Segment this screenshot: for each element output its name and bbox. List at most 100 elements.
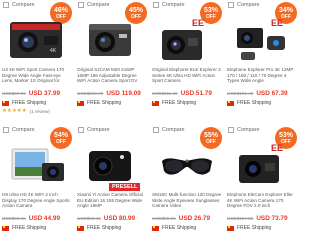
compare-label: Compare — [237, 127, 260, 133]
sale-price: USD 26.79 — [178, 215, 211, 222]
shipping-label: FREE Shipping — [162, 100, 197, 106]
compare-label: Compare — [12, 127, 35, 133]
product-title[interactable]: SM16C Multi-function 120 Degree Wide Ang… — [152, 192, 222, 214]
old-price: USD$216.99 — [77, 91, 104, 96]
discount-percent: 34% — [278, 6, 293, 14]
product-image[interactable]: EE — [231, 14, 293, 64]
sale-price: USD 119.09 — [106, 90, 141, 97]
shipping-info: FREE Shipping — [77, 100, 121, 106]
price-row: USD$99.48 USD 44.99 — [2, 215, 73, 222]
product-card[interactable]: Compare 53% OFF EE Original Elephone ELE… — [150, 0, 223, 122]
product-image[interactable] — [81, 139, 143, 189]
compare-checkbox[interactable] — [3, 2, 9, 8]
compare-checkbox[interactable] — [228, 127, 234, 133]
product-image[interactable]: EE — [156, 14, 218, 64]
price-row: USD$96.41 USD 80.99 — [77, 215, 148, 222]
shipping-info: FREE Shipping — [152, 225, 196, 231]
product-title[interactable]: Elephone EleCam Explorer Elite 4K WiFi A… — [227, 192, 297, 214]
compare-checkbox[interactable] — [3, 127, 9, 133]
price-row: USD$216.99 USD 119.09 — [77, 90, 148, 97]
shipping-label: FREE Shipping — [12, 225, 47, 231]
product-card[interactable]: Compare PRESELL Xiaomi Yi Action Camera … — [75, 125, 148, 247]
compare-label: Compare — [162, 2, 185, 8]
review-count[interactable]: (1 review) — [30, 109, 50, 114]
compare-toggle[interactable]: Compare — [228, 2, 260, 8]
star-icons: ★★★★★ — [2, 108, 27, 114]
china-flag-icon — [2, 225, 9, 231]
product-title[interactable]: Elephone Explorer Pro 4K 12MP 170 / 160 … — [227, 67, 297, 89]
product-card[interactable]: Compare 45% OFF Original SJCAM M20 2160P… — [75, 0, 148, 122]
shipping-label: FREE Shipping — [12, 100, 47, 106]
discount-percent: 55% — [203, 131, 218, 139]
compare-checkbox[interactable] — [228, 2, 234, 8]
sale-price: USD 67.39 — [256, 90, 288, 97]
product-title[interactable]: Original SJCAM M20 2160P 16MP 166 Adjust… — [77, 67, 147, 89]
compare-label: Compare — [12, 2, 35, 8]
discount-percent: 46% — [53, 6, 68, 14]
discount-percent: 53% — [278, 131, 293, 139]
svg-text:EE: EE — [271, 18, 283, 28]
price-row: USD$111.49 USD 51.79 — [152, 90, 223, 97]
old-price: USD$157.31 — [227, 216, 254, 221]
product-image[interactable] — [156, 139, 218, 189]
compare-checkbox[interactable] — [153, 2, 159, 8]
shipping-info: FREE Shipping — [227, 100, 271, 106]
product-card[interactable]: Compare 54% OFF H9 Ultra HD 4K WiFi 2 in… — [0, 125, 73, 247]
product-image[interactable] — [81, 14, 143, 64]
product-image[interactable] — [6, 139, 68, 189]
product-card[interactable]: Compare 53% OFF EE Elephone EleCam Explo… — [225, 125, 298, 247]
sale-price: USD 73.79 — [256, 215, 288, 222]
compare-toggle[interactable]: Compare — [3, 2, 35, 8]
china-flag-icon — [152, 225, 159, 231]
discount-percent: 53% — [203, 6, 218, 14]
shipping-info: FREE Shipping — [227, 225, 271, 231]
shipping-info: FREE Shipping — [77, 225, 121, 231]
sale-price: USD 37.99 — [28, 90, 61, 97]
product-card[interactable]: Compare 46% OFF 4K U3 4K WiFi Sport Came… — [0, 0, 73, 122]
compare-toggle[interactable]: Compare — [153, 127, 185, 133]
compare-label: Compare — [162, 127, 185, 133]
compare-toggle[interactable]: Compare — [78, 2, 110, 8]
product-title[interactable]: H9 Ultra HD 4K WiFi 2 inch Display 170 D… — [2, 192, 72, 214]
price-row: USD$67.90 USD 37.99 — [2, 90, 73, 97]
compare-label: Compare — [87, 2, 110, 8]
discount-percent: 45% — [128, 6, 143, 14]
price-row: USD$101.49 USD 67.39 — [227, 90, 298, 97]
rating[interactable]: ★★★★★ (1 review) — [2, 108, 50, 114]
compare-toggle[interactable]: Compare — [3, 127, 35, 133]
shipping-info: FREE Shipping — [2, 225, 46, 231]
old-price: USD$101.49 — [227, 91, 254, 96]
svg-text:EE: EE — [271, 143, 283, 153]
svg-text:4K: 4K — [50, 48, 57, 54]
china-flag-icon — [77, 225, 84, 231]
china-flag-icon — [77, 100, 84, 106]
product-title[interactable]: Original Elephone ELE Explorer 2 Series … — [152, 67, 222, 89]
shipping-label: FREE Shipping — [237, 100, 272, 106]
product-grid: Compare 46% OFF 4K U3 4K WiFi Sport Came… — [0, 0, 300, 248]
presell-tag: PRESELL — [109, 183, 141, 191]
compare-toggle[interactable]: Compare — [153, 2, 185, 8]
compare-checkbox[interactable] — [78, 2, 84, 8]
china-flag-icon — [227, 100, 234, 106]
sale-price: USD 51.79 — [180, 90, 212, 97]
product-title[interactable]: U3 4K WiFi Sport Camera 170 Degree Wide … — [2, 67, 72, 89]
shipping-label: FREE Shipping — [87, 100, 122, 106]
shipping-info: FREE Shipping — [2, 100, 46, 106]
compare-toggle[interactable]: Compare — [78, 127, 110, 133]
compare-checkbox[interactable] — [78, 127, 84, 133]
compare-checkbox[interactable] — [153, 127, 159, 133]
china-flag-icon — [227, 225, 234, 231]
discount-percent: 54% — [53, 131, 68, 139]
old-price: USD$67.90 — [2, 91, 26, 96]
compare-toggle[interactable]: Compare — [228, 127, 260, 133]
china-flag-icon — [152, 100, 159, 106]
product-title[interactable]: Xiaomi Yi Action Camera Official EU Edit… — [77, 192, 147, 214]
product-image[interactable]: 4K — [6, 14, 68, 64]
svg-text:EE: EE — [192, 18, 204, 28]
product-image[interactable]: EE — [231, 139, 293, 189]
shipping-info: FREE Shipping — [152, 100, 196, 106]
product-card[interactable]: Compare 55% OFF SM16C Multi-function 120… — [150, 125, 223, 247]
old-price: USD$59.21 — [152, 216, 176, 221]
product-card[interactable]: Compare 34% OFF EE Elephone Explorer Pro… — [225, 0, 298, 122]
sale-price: USD 80.99 — [103, 215, 136, 222]
